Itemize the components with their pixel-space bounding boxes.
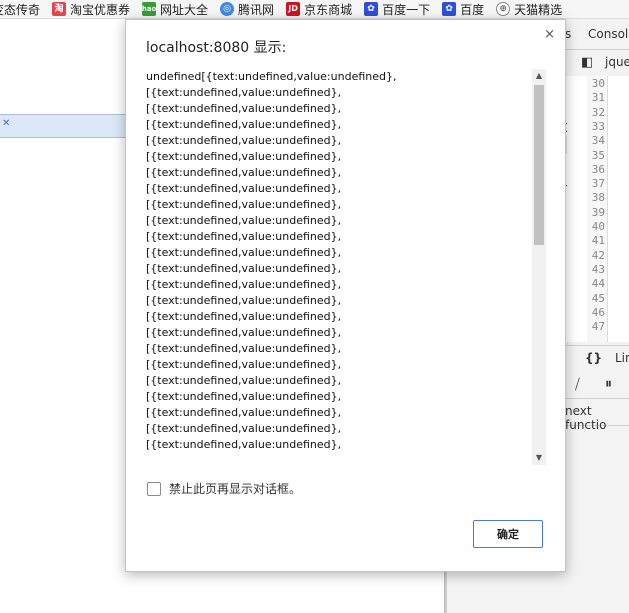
bookmark-label: 变态传奇 — [0, 2, 41, 17]
bookmark-1[interactable]: 淘淘宝优惠券 — [52, 1, 130, 18]
message-area: undefined[{text:undefined,value:undefine… — [146, 69, 546, 465]
line-column-label: Lin — [615, 351, 629, 365]
bookmark-label: 百度一下 — [382, 2, 431, 17]
line-number[interactable]: 33 — [587, 120, 605, 133]
line-number[interactable]: 36 — [587, 163, 605, 176]
taobao-icon: 淘 — [52, 2, 67, 16]
divider — [444, 570, 445, 613]
bookmarks-bar: 变态传奇 淘淘宝优惠券 hao网址大全 ◎腾讯网 JD京东商城 ✿百度一下 ✿百… — [0, 0, 629, 19]
line-number[interactable]: 40 — [587, 220, 605, 233]
scroll-down-icon[interactable]: ▼ — [532, 451, 546, 465]
line-number[interactable]: 45 — [587, 292, 605, 305]
bookmark-5[interactable]: ✿ 百度一下 — [364, 1, 430, 18]
line-number[interactable]: 47 — [587, 320, 605, 333]
scroll-up-icon[interactable]: ▲ — [532, 69, 546, 83]
line-number[interactable]: 46 — [587, 306, 605, 319]
bookmark-2[interactable]: hao 网址大全 — [142, 1, 208, 18]
line-number[interactable]: 37 — [587, 177, 605, 190]
line-number[interactable]: 32 — [587, 106, 605, 119]
deactivate-breakpoints-icon[interactable]: ⧸ — [575, 377, 580, 393]
line-number[interactable]: 41 — [587, 234, 605, 247]
pretty-print-button[interactable]: {} — [585, 351, 602, 365]
baidu-paw-icon: ✿ — [364, 2, 379, 16]
line-number[interactable]: 43 — [587, 263, 605, 276]
close-icon[interactable]: ✕ — [2, 118, 10, 129]
pause-icon[interactable]: ⏸ — [605, 376, 612, 392]
suppress-dialogs-checkbox[interactable] — [147, 481, 161, 496]
line-number[interactable]: 39 — [587, 206, 605, 219]
bookmark-3[interactable]: ◎ 腾讯网 — [220, 1, 274, 18]
close-icon[interactable]: × — [544, 27, 555, 42]
line-number[interactable]: 34 — [587, 134, 605, 147]
line-number[interactable]: 44 — [587, 277, 605, 290]
line-number[interactable]: 35 — [587, 149, 605, 162]
bookmark-label: 淘宝优惠券 — [70, 2, 131, 17]
bookmark-label: 百度 — [460, 2, 485, 17]
bookmark-4[interactable]: JD 京东商城 — [286, 1, 352, 18]
tab-console[interactable]: Console — [588, 27, 629, 41]
line-number[interactable]: 31 — [587, 91, 605, 104]
scrollbar-thumb[interactable] — [534, 85, 544, 245]
line-number[interactable]: 30 — [587, 77, 605, 90]
file-tab[interactable]: jque — [605, 55, 629, 69]
suppress-dialogs-label: 禁止此页再显示对话框。 — [169, 482, 302, 496]
page-tab[interactable]: ✕ — [0, 114, 131, 138]
suppress-dialogs-row[interactable]: 禁止此页再显示对话框。 — [147, 480, 301, 497]
bookmark-6[interactable]: ✿ 百度 — [442, 1, 484, 18]
globe-icon: ⊕ — [496, 2, 511, 16]
bookmark-label: 京东商城 — [304, 2, 353, 17]
line-number[interactable]: 42 — [587, 249, 605, 262]
dialog-message: undefined[{text:undefined,value:undefine… — [146, 70, 397, 451]
bookmark-label: 腾讯网 — [238, 2, 275, 17]
bookmark-label: 天猫精选 — [514, 2, 563, 17]
baidu-paw-icon: ✿ — [442, 2, 457, 16]
toggle-sidebar-icon[interactable]: ◧ — [581, 55, 593, 70]
ok-button[interactable]: 确定 — [473, 520, 543, 548]
bookmark-7[interactable]: ⊕ 天猫精选 — [496, 1, 562, 18]
jd-icon: JD — [286, 2, 301, 16]
call-stack-frame[interactable]: next functio — [565, 404, 629, 432]
bookmark-label: 网址大全 — [160, 2, 209, 17]
bookmark-0[interactable]: 变态传奇 — [0, 1, 40, 18]
line-gutter: 30 31 32 33 34 35 36 37 38 39 40 41 42 43 44 45 46 47 — [587, 76, 608, 342]
tencent-icon: ◎ — [220, 2, 235, 16]
alert-dialog: localhost:8080 显示: × undefined[{text:und… — [125, 19, 566, 572]
line-number[interactable]: 38 — [587, 191, 605, 204]
message-scrollbar[interactable]: ▲ ▼ — [532, 69, 546, 465]
hao123-icon: hao — [142, 2, 156, 16]
dialog-title: localhost:8080 显示: — [146, 40, 287, 56]
